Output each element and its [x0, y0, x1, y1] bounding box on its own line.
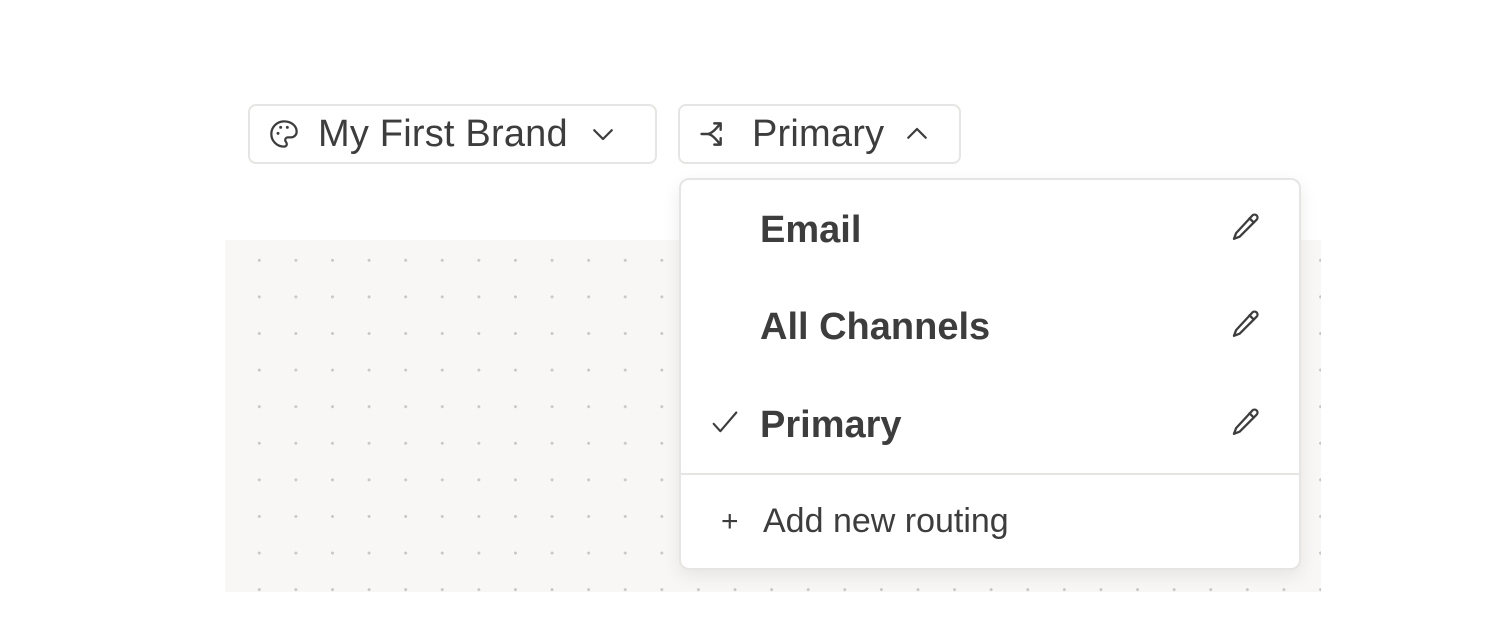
menu-item-label: Email: [760, 208, 862, 251]
menu-item-label: All Channels: [760, 305, 991, 348]
pencil-icon[interactable]: [1229, 211, 1263, 250]
pencil-icon[interactable]: [1229, 406, 1263, 445]
menu-item-all-channels[interactable]: All Channels: [681, 279, 1299, 375]
palette-icon: [268, 118, 300, 150]
routing-selector-label: Primary: [752, 112, 885, 155]
routing-selector-button[interactable]: Primary: [678, 104, 961, 164]
menu-item-email[interactable]: Email: [681, 182, 1299, 278]
menu-item-label: Primary: [760, 403, 902, 446]
add-new-routing-label: Add new routing: [763, 502, 1009, 540]
routing-dropdown-menu: Email All Channels Primary + Add new rou…: [679, 178, 1301, 570]
pencil-icon[interactable]: [1229, 308, 1263, 347]
menu-item-primary[interactable]: Primary: [681, 377, 1299, 473]
plus-icon: +: [721, 504, 739, 538]
chevron-up-icon: [902, 119, 932, 149]
add-new-routing-button[interactable]: + Add new routing: [681, 475, 1299, 568]
routing-icon: [698, 117, 732, 151]
checkmark-icon: [709, 407, 741, 444]
chevron-down-icon: [588, 119, 618, 149]
brand-selector-label: My First Brand: [318, 112, 568, 155]
brand-selector-button[interactable]: My First Brand: [248, 104, 657, 164]
